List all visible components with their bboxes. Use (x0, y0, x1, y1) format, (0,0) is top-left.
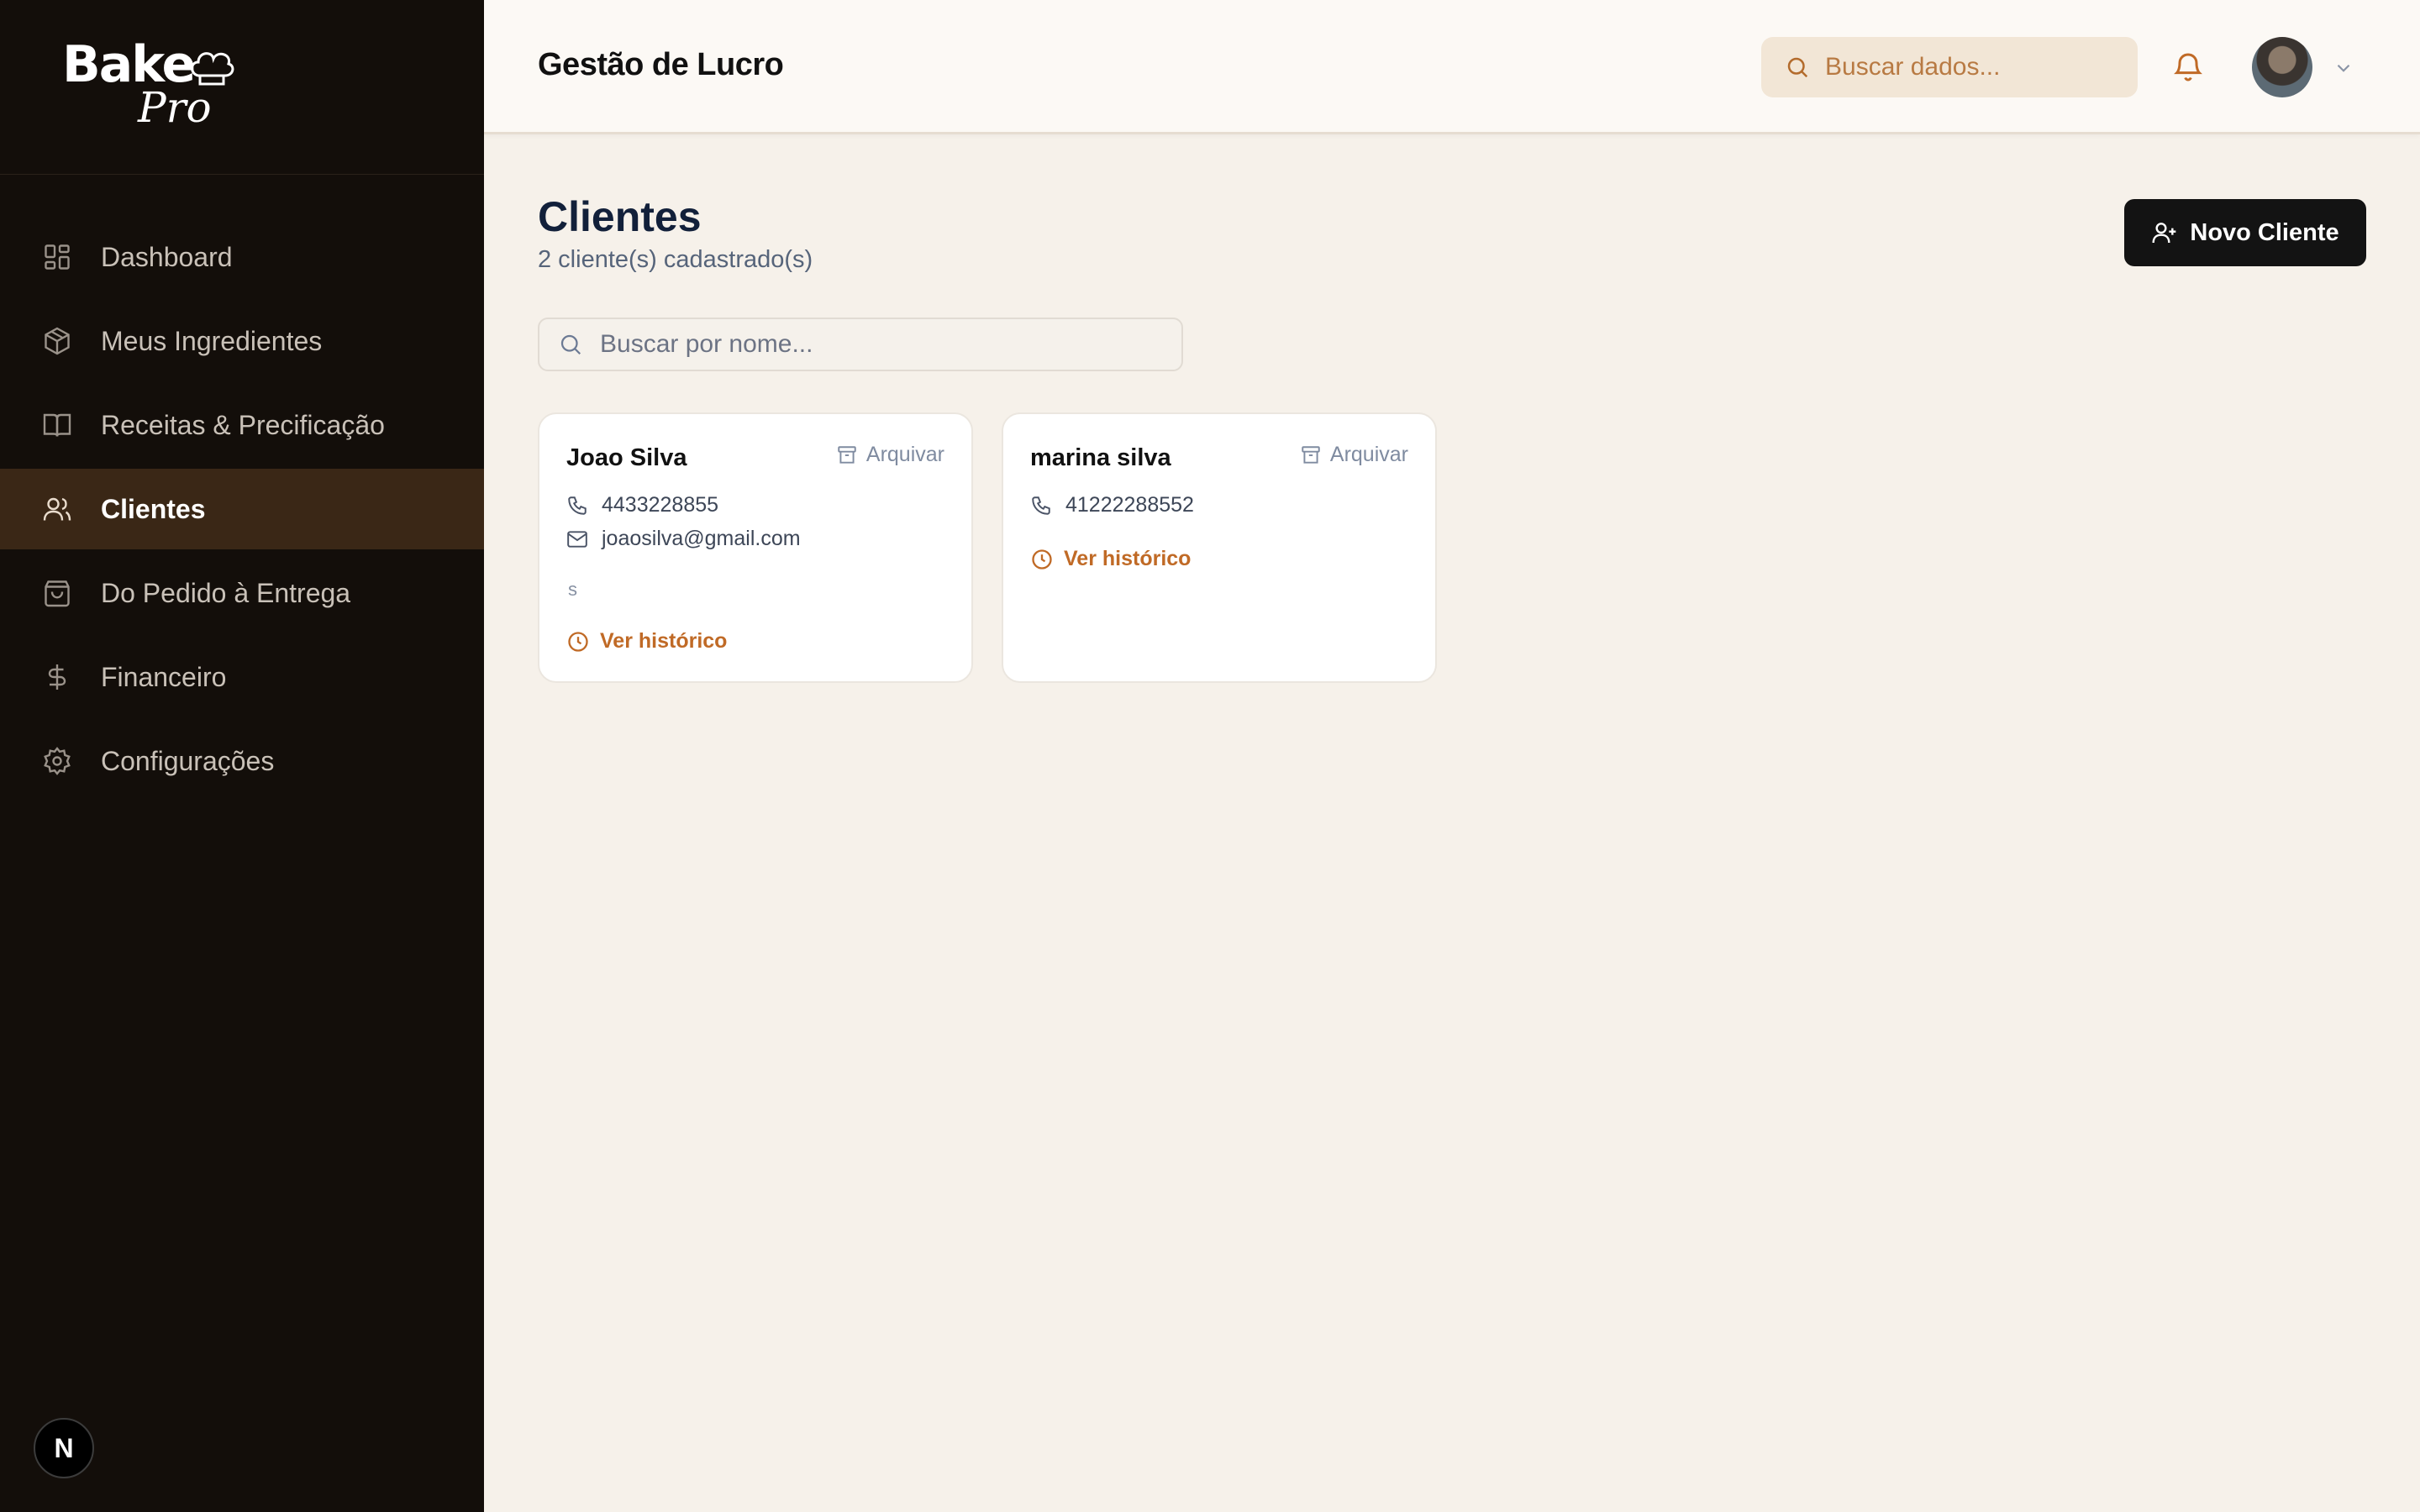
client-email: joaosilva@gmail.com (566, 527, 801, 551)
client-note: s (568, 579, 577, 600)
box-icon (40, 324, 74, 358)
gear-icon (40, 744, 74, 778)
client-count: 2 cliente(s) cadastrado(s) (538, 246, 813, 273)
sidebar-item-settings[interactable]: Configurações (0, 721, 484, 801)
archive-button[interactable]: Arquivar (836, 443, 944, 467)
chevron-down-icon[interactable] (2333, 57, 2354, 79)
sidebar: Bake Pro Dashboard Meus Ingredientes Rec… (0, 0, 484, 1512)
sidebar-item-financial[interactable]: Financeiro (0, 637, 484, 717)
top-header: Gestão de Lucro (484, 0, 2420, 134)
global-search-input[interactable] (1825, 53, 2128, 81)
sidebar-nav: Dashboard Meus Ingredientes Receitas & P… (0, 217, 484, 805)
client-email-text: joaosilva@gmail.com (602, 527, 801, 550)
bakepro-logo[interactable]: Bake Pro (62, 35, 234, 132)
client-search-input[interactable] (600, 330, 1171, 359)
grid-icon (40, 240, 74, 274)
global-search[interactable] (1761, 37, 2138, 97)
phone-icon (1032, 496, 1050, 515)
client-phone: 41222288552 (1030, 493, 1194, 517)
view-history-label: Ver histórico (1064, 547, 1192, 570)
main-content: Clientes 2 cliente(s) cadastrado(s) Novo… (484, 137, 2420, 1512)
sidebar-item-label: Clientes (101, 493, 206, 524)
sidebar-item-label: Financeiro (101, 661, 227, 692)
sidebar-item-clients[interactable]: Clientes (0, 469, 484, 549)
header-title: Gestão de Lucro (538, 47, 784, 82)
archive-button[interactable]: Arquivar (1300, 443, 1408, 467)
search-icon (1787, 57, 1808, 78)
phone-icon (568, 496, 587, 515)
sidebar-item-label: Do Pedido à Entrega (101, 577, 351, 608)
users-icon (40, 492, 74, 526)
client-card: marina silva Arquivar 41222288552 Ver hi… (1002, 412, 1437, 683)
dollar-icon (40, 660, 74, 694)
archive-icon (838, 445, 856, 464)
page-title: Clientes (538, 193, 702, 240)
client-name: marina silva (1030, 444, 1171, 471)
client-card: Joao Silva Arquivar 4433228855 joaosilva… (538, 412, 973, 683)
sidebar-item-recipes[interactable]: Receitas & Precificação (0, 385, 484, 465)
sidebar-item-label: Dashboard (101, 241, 233, 272)
sidebar-item-orders[interactable]: Do Pedido à Entrega (0, 553, 484, 633)
archive-label: Arquivar (1329, 443, 1408, 466)
mail-icon (567, 530, 587, 548)
logo-text-pro: Pro (138, 83, 212, 132)
sidebar-item-ingredients[interactable]: Meus Ingredientes (0, 301, 484, 381)
view-history-link[interactable]: Ver histórico (1030, 547, 1191, 571)
logo-area: Bake Pro (0, 0, 484, 175)
bag-icon (40, 576, 74, 610)
bell-icon[interactable] (2171, 49, 2205, 86)
archive-label: Arquivar (865, 443, 944, 466)
sidebar-item-label: Configurações (101, 745, 275, 776)
clock-icon (568, 631, 588, 652)
search-icon (560, 334, 581, 355)
new-client-label: Novo Cliente (2190, 218, 2339, 246)
client-search[interactable] (538, 318, 1183, 371)
clock-icon (1032, 549, 1052, 570)
user-plus-icon (2152, 223, 2176, 244)
client-phone-text: 41222288552 (1065, 493, 1194, 517)
archive-icon (1302, 445, 1320, 464)
sidebar-item-label: Receitas & Precificação (101, 409, 385, 440)
user-avatar[interactable] (2252, 37, 2312, 97)
new-client-button[interactable]: Novo Cliente (2124, 199, 2366, 266)
sidebar-item-label: Meus Ingredientes (101, 325, 323, 356)
view-history-link[interactable]: Ver histórico (566, 629, 727, 654)
sidebar-item-dashboard[interactable]: Dashboard (0, 217, 484, 297)
client-phone: 4433228855 (566, 493, 718, 517)
book-icon (40, 408, 74, 442)
client-phone-text: 4433228855 (602, 493, 719, 517)
view-history-label: Ver histórico (600, 629, 728, 653)
client-name: Joao Silva (566, 444, 687, 471)
chef-hat-icon (191, 52, 234, 86)
dev-tools-badge[interactable]: N (34, 1418, 94, 1478)
